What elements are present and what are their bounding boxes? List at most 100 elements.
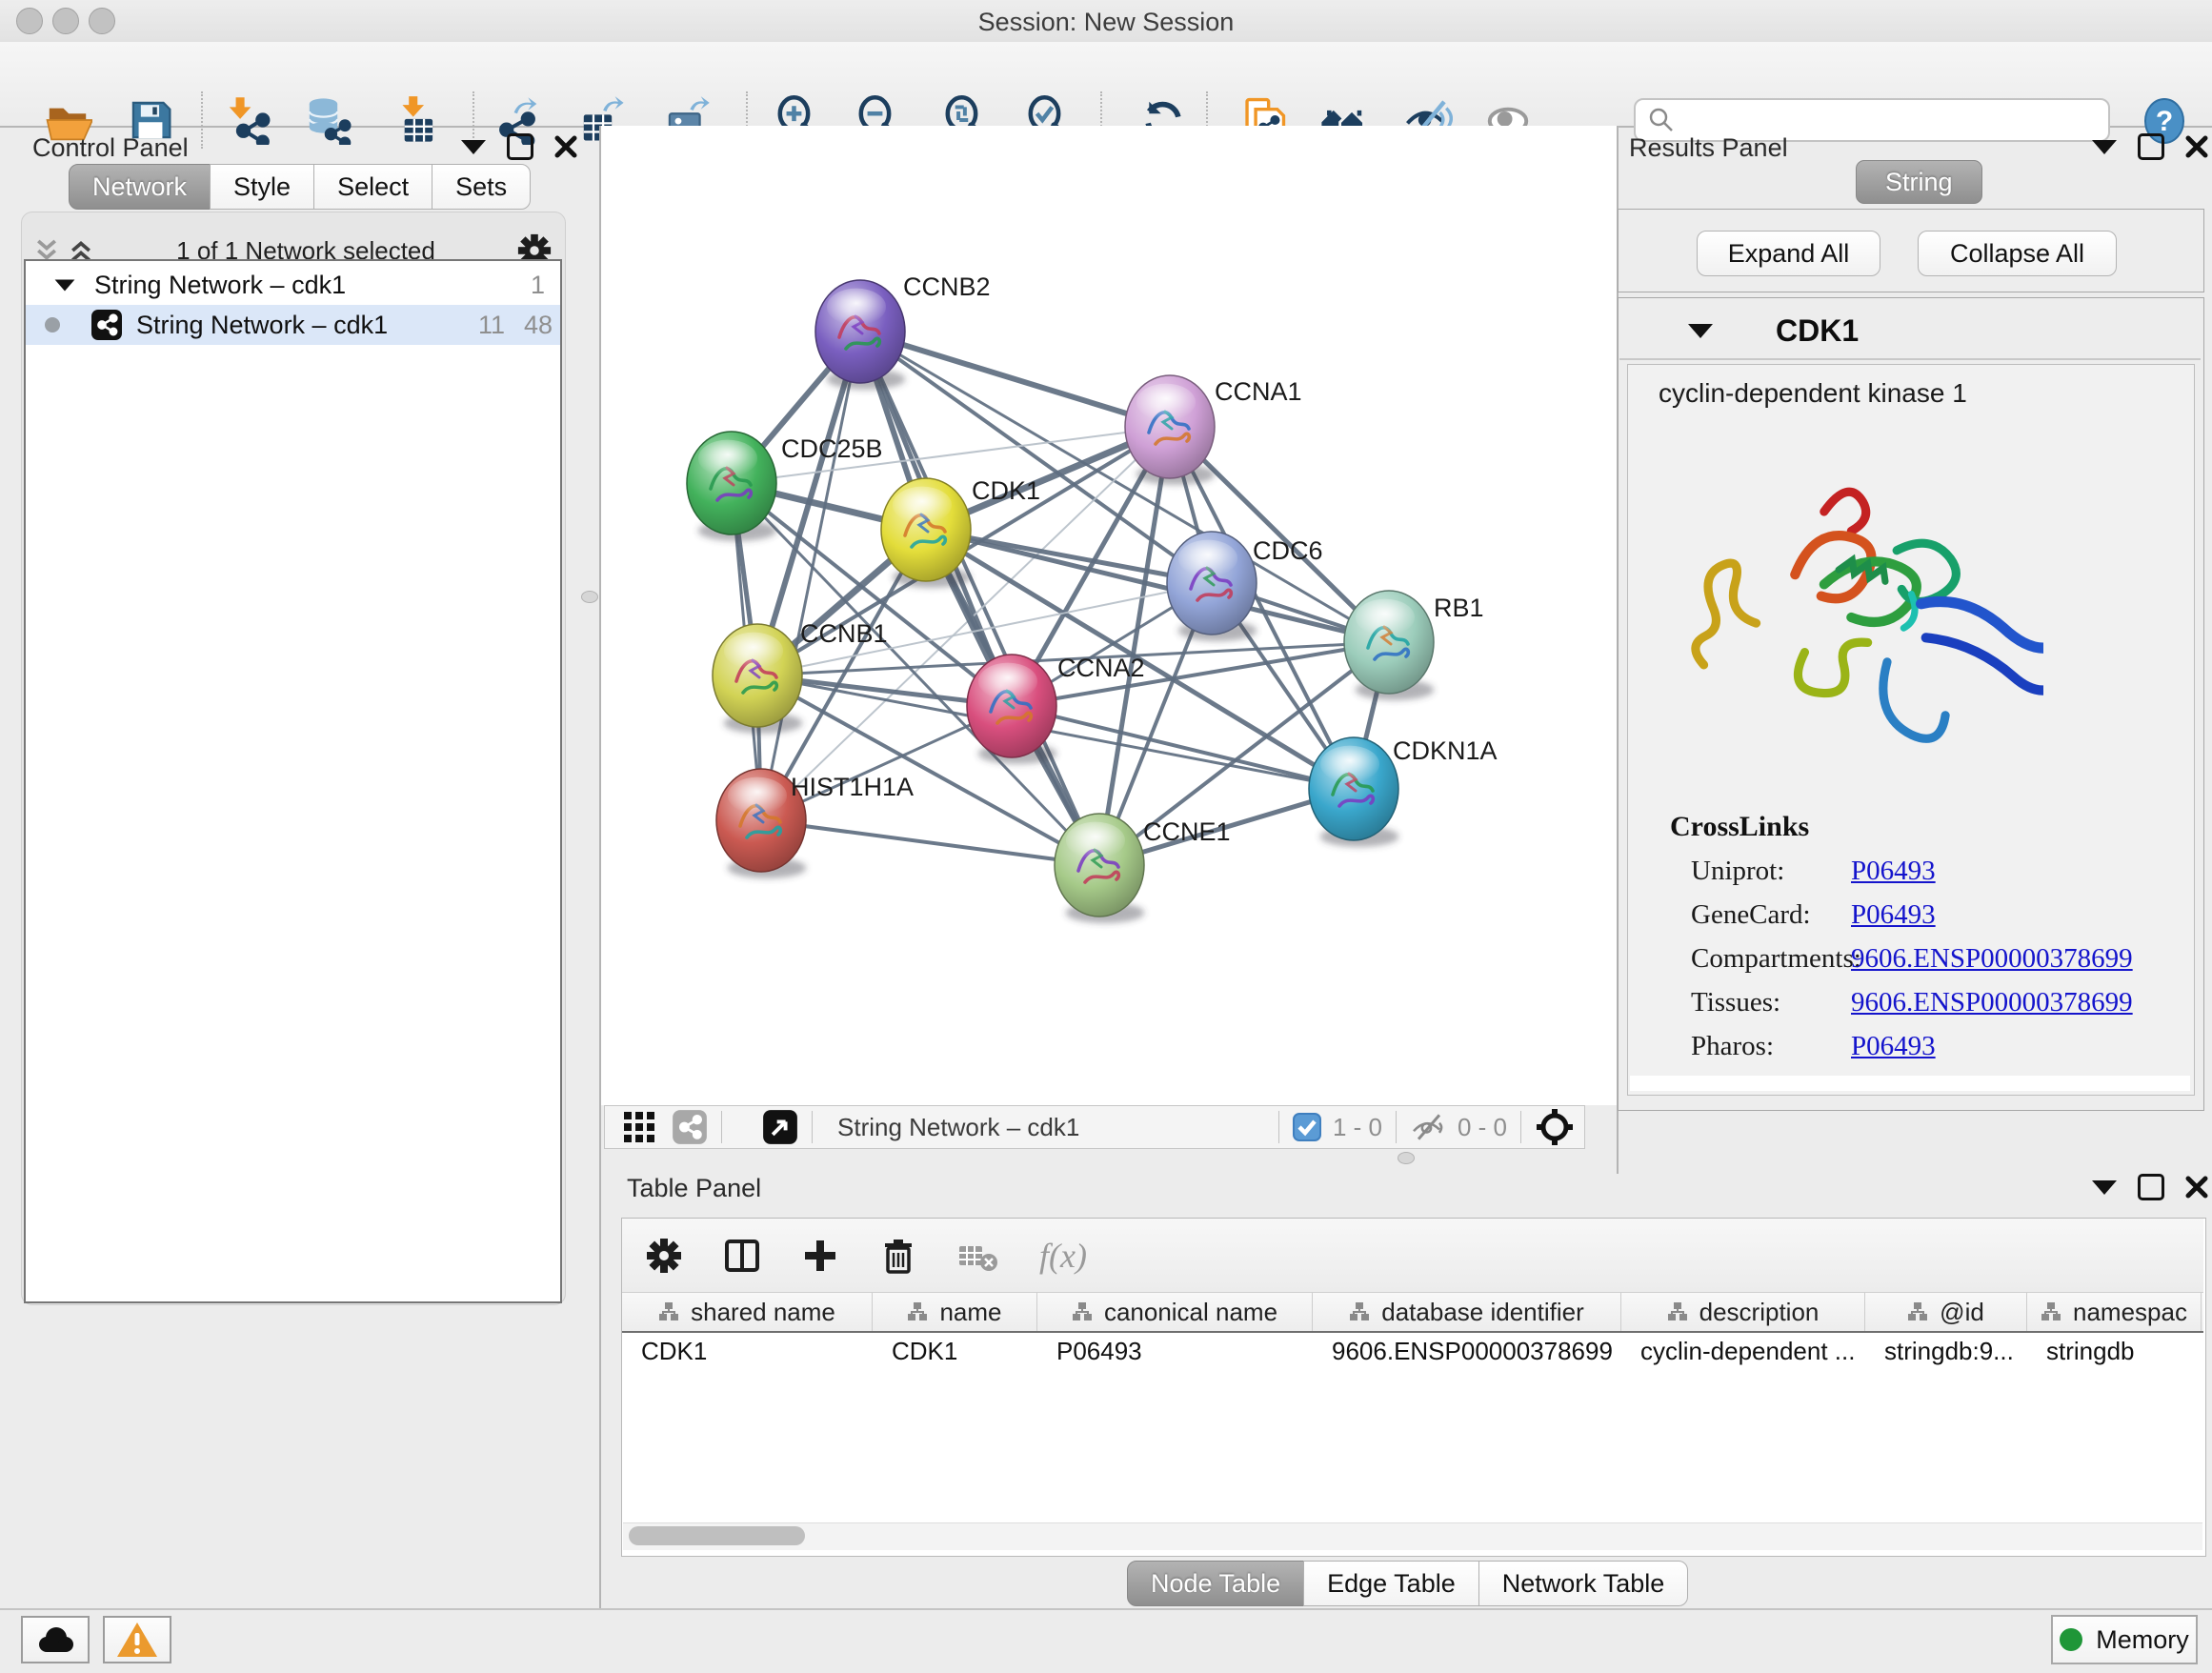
- results-panel-controls: [2092, 133, 2208, 160]
- table-cell[interactable]: stringdb: [2027, 1333, 2202, 1369]
- panel-float-icon[interactable]: [507, 133, 533, 160]
- collapse-all-button[interactable]: Collapse All: [1918, 231, 2117, 276]
- delete-trash-icon[interactable]: [879, 1237, 917, 1275]
- cloud-button[interactable]: [21, 1616, 90, 1663]
- table-hscrollbar-track[interactable]: [623, 1522, 2202, 1550]
- tab-string[interactable]: String: [1856, 160, 1982, 204]
- function-builder-button[interactable]: f(x): [1039, 1236, 1087, 1276]
- network-node-CDC6[interactable]: [1167, 532, 1257, 641]
- search-icon: [1647, 106, 1676, 134]
- panel-close-icon[interactable]: [2185, 135, 2208, 158]
- crosslink-link[interactable]: 9606.ENSP00000378699: [1851, 987, 2133, 1018]
- table-cell[interactable]: stringdb:9...: [1865, 1333, 2027, 1369]
- tab-style[interactable]: Style: [210, 164, 314, 210]
- network-node-CDC25B[interactable]: [687, 432, 776, 541]
- crosslink-link[interactable]: P06493: [1851, 899, 1936, 931]
- table-row[interactable]: CDK1CDK1P064939606.ENSP00000378699cyclin…: [622, 1333, 2203, 1369]
- splitter-handle[interactable]: [1398, 1152, 1415, 1164]
- table-cell[interactable]: cyclin-dependent ...: [1621, 1333, 1865, 1369]
- network-node-CDK1[interactable]: [881, 478, 971, 588]
- panel-close-icon[interactable]: [554, 135, 577, 158]
- network-edge[interactable]: [761, 820, 1099, 865]
- tab-network-table[interactable]: Network Table: [1478, 1561, 1689, 1606]
- window-title: Session: New Session: [0, 8, 2212, 37]
- network-node-CCNA1[interactable]: [1125, 375, 1215, 485]
- tab-network[interactable]: Network: [69, 164, 211, 210]
- network-edge[interactable]: [1012, 706, 1354, 789]
- column-header-database-identifier[interactable]: database identifier: [1313, 1293, 1621, 1331]
- protein-section-header[interactable]: CDK1: [1619, 303, 2201, 360]
- node-label-HIST1H1A: HIST1H1A: [791, 773, 914, 801]
- column-header-shared-name[interactable]: shared name: [622, 1293, 873, 1331]
- network-row-selected[interactable]: String Network – cdk1 11 48: [26, 305, 560, 345]
- import-table-icon: [391, 95, 440, 145]
- tab-node-table[interactable]: Node Table: [1127, 1561, 1304, 1606]
- splitter-handle[interactable]: [581, 591, 598, 603]
- memory-button[interactable]: Memory: [2051, 1615, 2198, 1664]
- cloud-icon: [34, 1623, 76, 1656]
- crosslink-link[interactable]: P06493: [1851, 1031, 1936, 1062]
- column-type-icon: [2041, 1301, 2061, 1322]
- panel-menu-icon[interactable]: [2092, 1180, 2117, 1195]
- table-hscrollbar-thumb[interactable]: [629, 1526, 805, 1545]
- network-node-CCNE1[interactable]: [1055, 814, 1144, 923]
- panel-float-icon[interactable]: [2138, 133, 2164, 160]
- network-collection-row[interactable]: String Network – cdk1 1: [26, 265, 560, 305]
- network-node-CCNA2[interactable]: [967, 655, 1056, 764]
- add-row-icon[interactable]: [801, 1237, 839, 1275]
- node-label-CCNB2: CCNB2: [903, 272, 991, 301]
- current-network-name: String Network – cdk1: [837, 1113, 1079, 1142]
- panel-menu-icon[interactable]: [2092, 140, 2117, 154]
- tab-edge-table[interactable]: Edge Table: [1303, 1561, 1479, 1606]
- hidden-eye-slash-icon: [1410, 1112, 1448, 1142]
- table-gear-icon[interactable]: [645, 1237, 683, 1275]
- crosslink-link[interactable]: P06493: [1851, 856, 1936, 887]
- network-graph[interactable]: CCNB2CCNA1CDC25BCDK1CDC6RB1CCNB1CCNA2CDK…: [601, 126, 1617, 1105]
- results-panel-title: Results Panel: [1629, 133, 1788, 163]
- panel-close-icon[interactable]: [2185, 1176, 2208, 1199]
- crosslink-link[interactable]: 9606.ENSP00000378699: [1851, 943, 2133, 975]
- warning-button[interactable]: [103, 1616, 171, 1663]
- network-view-icon[interactable]: [672, 1109, 708, 1145]
- column-header-label: description: [1699, 1298, 1820, 1327]
- column-header-description[interactable]: description: [1621, 1293, 1865, 1331]
- node-label-CDK1: CDK1: [972, 476, 1040, 505]
- column-header-@id[interactable]: @id: [1865, 1293, 2027, 1331]
- tab-select[interactable]: Select: [313, 164, 432, 210]
- column-header-canonical-name[interactable]: canonical name: [1037, 1293, 1313, 1331]
- network-edge[interactable]: [860, 332, 1170, 427]
- statusbar-separator: [1278, 1111, 1279, 1143]
- table-cell[interactable]: 9606.ENSP00000378699: [1313, 1333, 1621, 1369]
- birds-eye-view-icon[interactable]: [762, 1109, 798, 1145]
- table-cell[interactable]: P06493: [1037, 1333, 1313, 1369]
- tree-expander-icon[interactable]: [55, 279, 75, 291]
- section-expander-icon[interactable]: [1688, 324, 1713, 338]
- panel-float-icon[interactable]: [2138, 1174, 2164, 1200]
- network-node-CDKN1A[interactable]: [1309, 737, 1398, 847]
- table-cell[interactable]: CDK1: [622, 1333, 873, 1369]
- column-header-name[interactable]: name: [873, 1293, 1037, 1331]
- expand-all-button[interactable]: Expand All: [1697, 231, 1880, 276]
- import-network-file-button[interactable]: [223, 95, 272, 145]
- network-node-RB1[interactable]: [1344, 591, 1434, 700]
- import-database-icon: [303, 95, 352, 145]
- search-input[interactable]: [1676, 105, 2080, 136]
- table-panel-controls: [2092, 1174, 2208, 1200]
- import-network-database-button[interactable]: [303, 95, 352, 145]
- selected-checkbox-icon[interactable]: [1293, 1113, 1321, 1141]
- grid-view-icon[interactable]: [622, 1110, 656, 1144]
- network-node-CCNB2[interactable]: [815, 280, 905, 390]
- import-table-button[interactable]: [391, 95, 440, 145]
- network-node-CCNB1[interactable]: [713, 624, 802, 734]
- column-header-namespac[interactable]: namespac: [2027, 1293, 2202, 1331]
- node-label-CDKN1A: CDKN1A: [1393, 736, 1498, 765]
- table-cell[interactable]: CDK1: [873, 1333, 1037, 1369]
- add-column-icon[interactable]: [723, 1237, 761, 1275]
- panel-menu-icon[interactable]: [461, 140, 486, 154]
- results-scrollbar-track[interactable]: [1630, 1076, 2190, 1091]
- column-header-label: @id: [1940, 1298, 1984, 1327]
- delete-table-icon[interactable]: [957, 1237, 999, 1275]
- network-canvas[interactable]: CCNB2CCNA1CDC25BCDK1CDC6RB1CCNB1CCNA2CDK…: [601, 126, 1617, 1105]
- crosshair-icon[interactable]: [1535, 1107, 1575, 1147]
- tab-sets[interactable]: Sets: [432, 164, 531, 210]
